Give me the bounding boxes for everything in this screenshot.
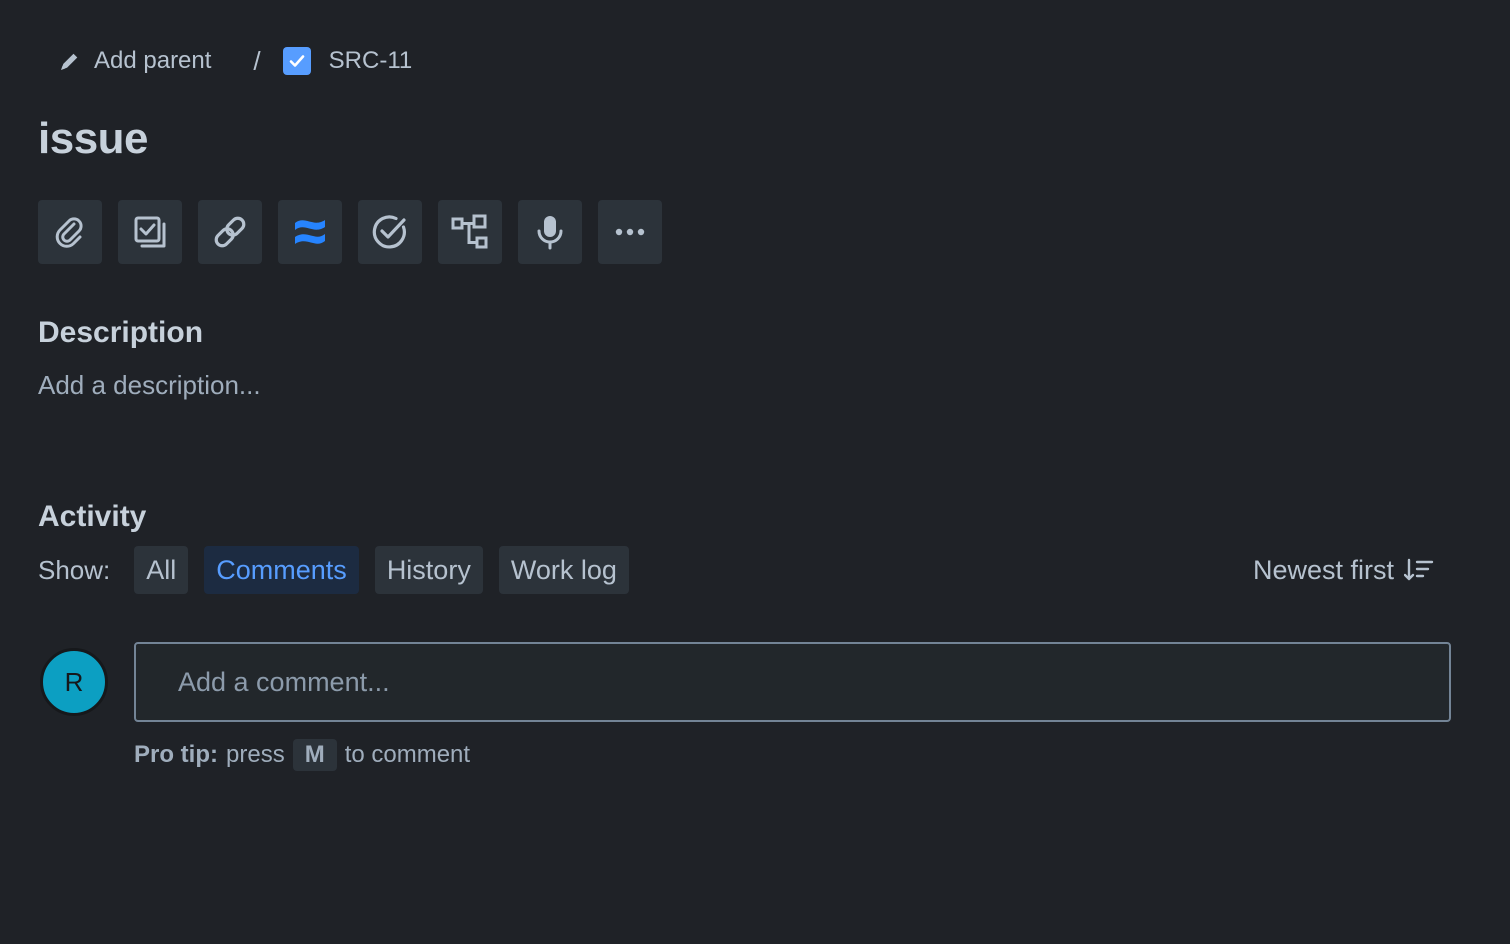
breadcrumb-separator: / xyxy=(253,45,261,76)
filter-comments-button[interactable]: Comments xyxy=(204,546,359,594)
issue-key: SRC-11 xyxy=(328,47,413,74)
filter-worklog-button[interactable]: Work log xyxy=(498,546,629,594)
pro-tip: Pro tip: press M to comment xyxy=(134,738,470,772)
activity-heading: Activity xyxy=(38,500,147,533)
paperclip-icon xyxy=(52,214,88,250)
pencil-icon xyxy=(58,49,82,73)
confluence-button[interactable] xyxy=(278,200,342,264)
breadcrumb: Add parent / SRC-11 xyxy=(58,42,412,80)
hierarchy-button[interactable] xyxy=(438,200,502,264)
sort-descending-icon xyxy=(1404,557,1434,583)
attach-button[interactable] xyxy=(38,200,102,264)
issue-view: Add parent / SRC-11 issue Description Ad… xyxy=(0,0,1510,944)
link-issue-button[interactable] xyxy=(198,200,262,264)
confluence-icon xyxy=(291,213,329,251)
sort-order-button[interactable]: Newest first xyxy=(1253,546,1434,594)
more-button[interactable] xyxy=(598,200,662,264)
issue-title[interactable]: issue xyxy=(38,114,149,164)
add-parent-label: Add parent xyxy=(94,47,212,74)
subtask-icon xyxy=(131,213,169,251)
issue-toolbar xyxy=(38,200,662,264)
link-icon xyxy=(211,213,249,251)
description-heading: Description xyxy=(38,316,204,349)
filter-history-button[interactable]: History xyxy=(374,546,483,594)
pro-tip-label: Pro tip: xyxy=(134,741,218,768)
microphone-icon xyxy=(531,213,569,251)
pro-tip-suffix: to comment xyxy=(344,741,471,768)
shortcut-key: M xyxy=(292,739,337,771)
issue-key-link[interactable]: SRC-11 xyxy=(282,47,413,75)
filter-all-button[interactable]: All xyxy=(134,546,189,594)
record-button[interactable] xyxy=(518,200,582,264)
sort-order-label: Newest first xyxy=(1252,554,1394,585)
description-field[interactable]: Add a description... xyxy=(38,370,261,401)
avatar[interactable]: R xyxy=(40,648,108,716)
activity-filter-bar: Show: All Comments History Work log xyxy=(38,546,645,594)
add-parent-link[interactable]: Add parent xyxy=(58,47,211,75)
comment-input[interactable]: Add a comment... xyxy=(134,642,1451,722)
task-checkbox-icon xyxy=(282,47,311,75)
pro-tip-press: press xyxy=(226,741,285,768)
hierarchy-icon xyxy=(450,212,490,252)
checklist-button[interactable] xyxy=(358,200,422,264)
add-child-issue-button[interactable] xyxy=(118,200,182,264)
checkmark-circle-icon xyxy=(370,212,410,252)
more-icon xyxy=(611,213,649,251)
show-label: Show: xyxy=(38,554,111,585)
